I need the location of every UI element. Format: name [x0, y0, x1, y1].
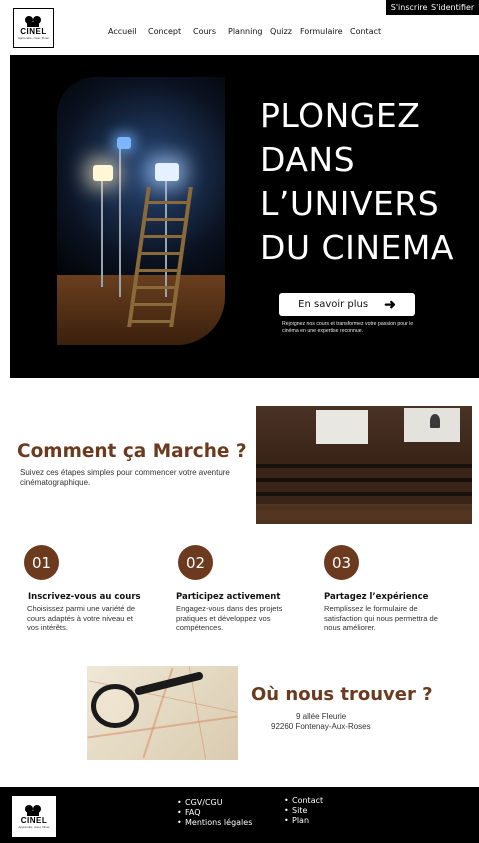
footer-brand-tagline: Apprendre, créer, filmer — [18, 824, 50, 829]
nav-item-planning[interactable]: Planning — [228, 27, 262, 36]
how-it-works-title: Comment ça Marche ? — [17, 441, 247, 462]
step-number-1: 01 — [24, 545, 59, 580]
address-line-2: 92260 Fontenay-Aux-Roses — [271, 722, 371, 731]
nav-item-cours[interactable]: Cours — [193, 27, 216, 36]
nav-item-quizz[interactable]: Quizz — [270, 27, 292, 36]
auth-bar: S'inscrire S'identifier — [386, 0, 479, 15]
film-set-image — [57, 77, 225, 345]
hero-title: PLONGEZ DANS L’UNIVERS DU CINEMA — [260, 94, 470, 270]
signup-link[interactable]: S'inscrire — [391, 3, 428, 12]
hero-title-line-3: L’UNIVERS — [260, 184, 440, 223]
footer-logo[interactable]: CINEL Apprendre, créer, filmer — [11, 795, 57, 838]
learn-more-label: En savoir plus — [298, 299, 369, 310]
step-title-2: Participez activement — [176, 592, 281, 602]
footer-link-faq[interactable]: FAQ — [177, 808, 252, 818]
step-title-3: Partagez l’expérience — [324, 592, 429, 602]
step-title-1: Inscrivez-vous au cours — [28, 592, 141, 602]
location-title: Où nous trouver ? — [251, 684, 433, 705]
footer-links-site: Contact Site Plan — [284, 796, 323, 826]
map-magnifier-image — [87, 666, 238, 760]
nav-item-contact[interactable]: Contact — [350, 27, 381, 36]
footer-links-legal: CGV/CGU FAQ Mentions légales — [177, 798, 252, 828]
arrow-right-icon: ➜ — [384, 296, 396, 312]
main-nav: Accueil Concept Cours Planning Quizz For… — [0, 27, 479, 39]
step-text-1: Choisissez parmi une variété de cours ad… — [27, 604, 136, 633]
footer-link-mentions[interactable]: Mentions légales — [177, 818, 252, 828]
step-number-3: 03 — [324, 545, 359, 580]
step-text-2: Engagez-vous dans des projets pratiques … — [176, 604, 283, 633]
camera-icon — [25, 804, 43, 816]
hero-title-line-1: PLONGEZ — [260, 96, 421, 135]
nav-item-formulaire[interactable]: Formulaire — [300, 27, 343, 36]
camera-icon — [24, 16, 43, 27]
address-line-1: 9 allée Fleurie — [296, 712, 347, 721]
nav-item-concept[interactable]: Concept — [148, 27, 181, 36]
classroom-image — [256, 406, 472, 524]
footer-link-plan[interactable]: Plan — [284, 816, 323, 826]
hero-title-line-2: DANS — [260, 140, 356, 179]
how-it-works-subtitle: Suivez ces étapes simples pour commencer… — [20, 468, 230, 487]
hero-title-line-4: DU CINEMA — [260, 228, 454, 267]
nav-item-accueil[interactable]: Accueil — [108, 27, 137, 36]
footer-link-cgv[interactable]: CGV/CGU — [177, 798, 252, 808]
hero-subtext: Rejoignez nos cours et transformez votre… — [282, 321, 414, 334]
learn-more-button[interactable]: En savoir plus ➜ — [279, 293, 415, 316]
login-link[interactable]: S'identifier — [431, 3, 474, 12]
footer-brand-name: CINEL — [20, 815, 48, 825]
footer-link-contact[interactable]: Contact — [284, 796, 323, 806]
footer-link-site[interactable]: Site — [284, 806, 323, 816]
step-text-3: Remplissez le formulaire de satisfaction… — [324, 604, 438, 633]
step-number-2: 02 — [178, 545, 213, 580]
